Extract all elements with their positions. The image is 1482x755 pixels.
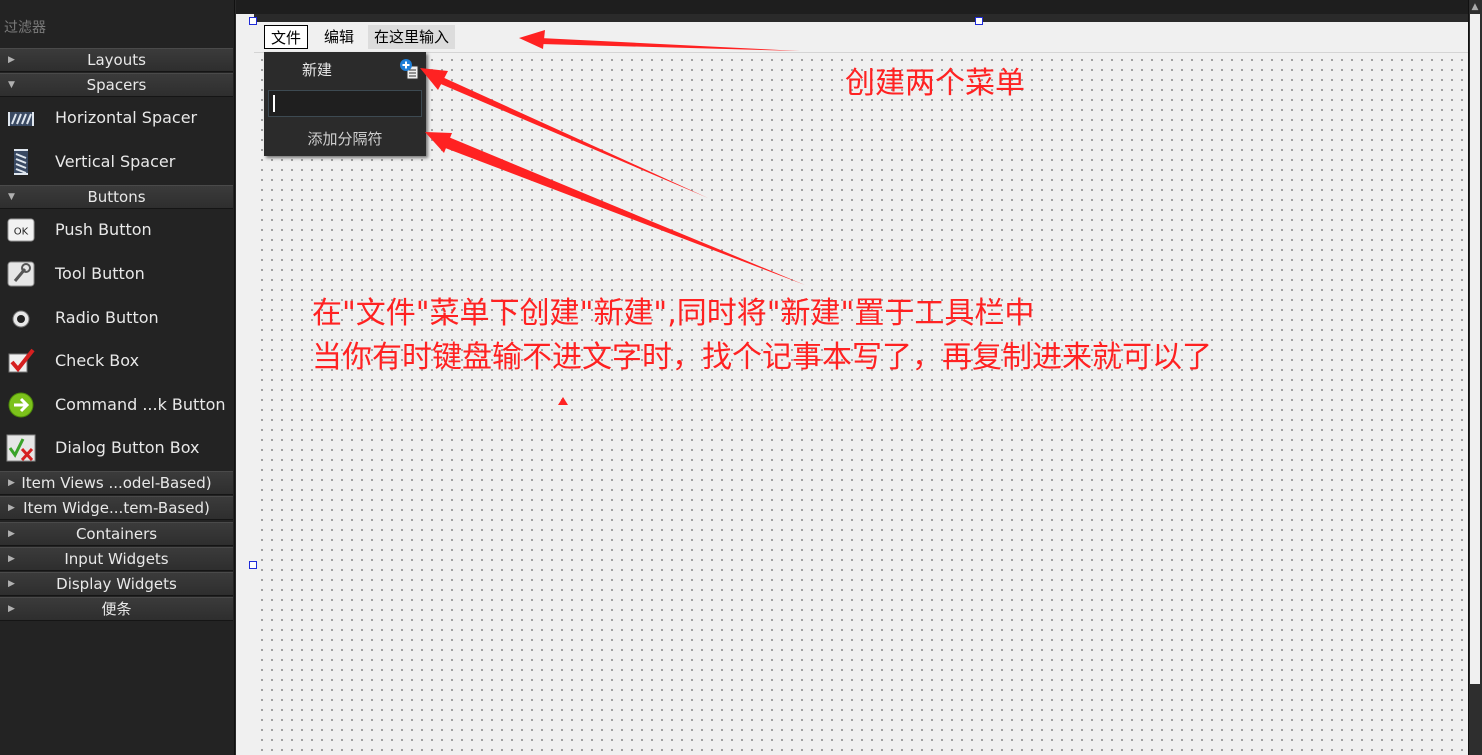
annotation-create-two-menus: 创建两个菜单: [845, 66, 1025, 101]
form-left-margin: [236, 14, 254, 755]
menu-bar: 文件 编辑 在这里输入: [254, 22, 1468, 53]
add-separator-item[interactable]: 添加分隔符: [264, 126, 426, 152]
widget-label: Horizontal Spacer: [55, 108, 198, 127]
push-button-icon-text: OK: [14, 227, 29, 238]
selection-handle[interactable]: [249, 561, 257, 569]
radio-button-icon: [12, 310, 30, 328]
text-caret: [273, 95, 275, 112]
widget-tool-button[interactable]: Tool Button: [0, 254, 233, 294]
widget-label: Push Button: [55, 220, 152, 239]
expand-arrow-icon: ▶: [8, 55, 15, 65]
widget-label: Vertical Spacer: [55, 152, 176, 171]
category-input-widgets[interactable]: ▶ Input Widgets: [0, 547, 233, 571]
widget-box-panel: 过滤器 ▶ Layouts ▼ Spacers Horizontal Space…: [0, 0, 235, 755]
category-notes[interactable]: ▶ 便条: [0, 597, 233, 621]
menu-file[interactable]: 文件: [264, 25, 309, 49]
expand-arrow-icon: ▶: [8, 529, 15, 539]
expand-arrow-icon: ▶: [8, 579, 15, 589]
horizontal-spacer-icon: [8, 112, 34, 126]
push-button-icon: OK: [7, 218, 35, 242]
widget-label: Dialog Button Box: [55, 438, 200, 457]
menu-action-new[interactable]: 新建: [264, 58, 426, 82]
widget-command-link-button[interactable]: Command ...k Button: [0, 385, 233, 425]
category-label: Containers: [75, 525, 158, 543]
category-label: Display Widgets: [56, 575, 177, 593]
widget-radio-button[interactable]: Radio Button: [0, 298, 233, 338]
form-canvas[interactable]: [254, 22, 1468, 755]
category-label: Item Views ...odel-Based): [21, 474, 212, 492]
widget-check-box[interactable]: Check Box: [0, 341, 233, 381]
annotation-create-new-action: 在"文件"菜单下创建"新建",同时将"新建"置于工具栏中: [312, 296, 1035, 331]
widget-horizontal-spacer[interactable]: Horizontal Spacer: [0, 98, 233, 138]
expand-arrow-icon: ▶: [8, 554, 15, 564]
dialog-button-box-icon: [6, 434, 36, 462]
category-spacers[interactable]: ▼ Spacers: [0, 73, 233, 97]
annotation-notepad-tip: 当你有时键盘输不进文字时，找个记事本写了，再复制进来就可以了: [312, 340, 1212, 375]
menu-edit[interactable]: 编辑: [318, 25, 360, 49]
category-label: Buttons: [87, 188, 146, 206]
expand-arrow-icon: ▶: [8, 478, 15, 488]
widget-label: Command ...k Button: [55, 395, 226, 414]
category-label: Spacers: [86, 76, 147, 94]
scrollbar-thumb[interactable]: [1470, 14, 1480, 684]
category-label: Item Widge...tem-Based): [23, 499, 210, 517]
menu-new-item-input[interactable]: [268, 90, 422, 117]
category-label: 便条: [101, 600, 132, 618]
widget-push-button[interactable]: OK Push Button: [0, 210, 233, 250]
widget-label: Tool Button: [55, 264, 145, 283]
selection-handle[interactable]: [249, 17, 257, 25]
tool-button-icon: [7, 261, 35, 287]
menu-type-here[interactable]: 在这里输入: [368, 25, 456, 49]
category-layouts[interactable]: ▶ Layouts: [0, 48, 233, 72]
scroll-up-arrow-icon[interactable]: ▲: [1470, 2, 1480, 12]
widget-label: Check Box: [55, 351, 140, 370]
widget-label: Radio Button: [55, 308, 159, 327]
category-buttons[interactable]: ▼ Buttons: [0, 185, 233, 209]
category-label: Layouts: [87, 51, 146, 69]
widget-vertical-spacer[interactable]: Vertical Spacer: [0, 142, 233, 182]
filter-input[interactable]: 过滤器: [0, 14, 234, 42]
expand-arrow-icon: ▶: [8, 503, 15, 513]
category-item-views[interactable]: ▶ Item Views ...odel-Based): [0, 471, 233, 495]
file-menu-dropdown: 新建 添加分隔符: [264, 52, 426, 156]
editor-top-strip: [236, 0, 1482, 14]
selection-handle[interactable]: [975, 17, 983, 25]
category-item-widgets[interactable]: ▶ Item Widge...tem-Based): [0, 496, 233, 520]
menu-action-label: 新建: [302, 61, 333, 79]
collapse-arrow-icon: ▼: [8, 80, 15, 90]
category-display-widgets[interactable]: ▶ Display Widgets: [0, 572, 233, 596]
green-arrow-icon: [8, 392, 34, 418]
collapse-arrow-icon: ▼: [8, 192, 15, 202]
widget-dialog-button-box[interactable]: Dialog Button Box: [0, 428, 233, 468]
vertical-spacer-icon: [14, 149, 28, 175]
add-submenu-icon[interactable]: [398, 58, 422, 82]
category-containers[interactable]: ▶ Containers: [0, 522, 233, 546]
category-label: Input Widgets: [64, 550, 169, 568]
check-box-icon: [8, 348, 35, 373]
expand-arrow-icon: ▶: [8, 604, 15, 614]
